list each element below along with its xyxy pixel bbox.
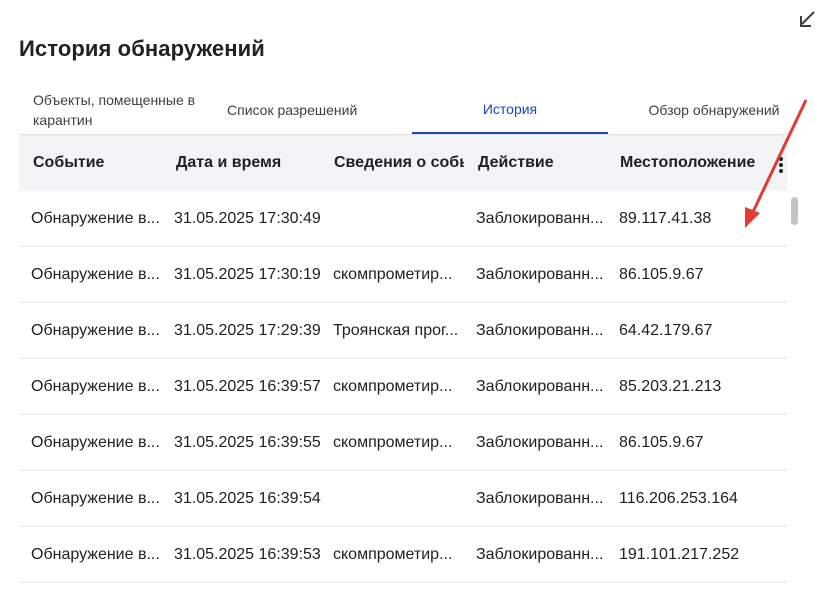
table-row[interactable]: Обнаружение в... 31.05.2025 16:39:53 ско… (19, 527, 787, 583)
cell-action: Заблокированн... (476, 322, 604, 339)
cell-info (333, 471, 463, 526)
cell-location: 116.206.253.164 (619, 489, 738, 507)
column-header-event[interactable]: Событие (33, 135, 173, 191)
cell-info: Троянская прог... (333, 322, 459, 339)
cell-action: Заблокированн... (476, 434, 604, 451)
column-menu-button[interactable] (773, 155, 789, 175)
tab-allow-list[interactable]: Список разрешений (227, 86, 417, 134)
column-header-datetime[interactable]: Дата и время (176, 135, 326, 191)
column-header-action[interactable]: Действие (478, 135, 614, 191)
cell-action: Заблокированн... (476, 266, 604, 283)
cell-datetime: 31.05.2025 16:39:55 (174, 433, 321, 451)
cell-event: Обнаружение в... (31, 210, 160, 227)
cell-event: Обнаружение в... (31, 546, 160, 563)
cell-location: 85.203.21.213 (619, 377, 722, 395)
tab-history-label: История (482, 101, 538, 117)
cell-datetime: 31.05.2025 17:29:39 (174, 321, 321, 339)
cell-datetime: 31.05.2025 16:39:54 (174, 489, 321, 507)
cell-info: скомпрометир... (333, 546, 453, 563)
cell-event: Обнаружение в... (31, 434, 160, 451)
cell-action: Заблокированн... (476, 210, 604, 227)
cell-action: Заблокированн... (476, 490, 604, 507)
cell-datetime: 31.05.2025 17:30:19 (174, 265, 321, 283)
table-row[interactable]: Обнаружение в... 31.05.2025 17:29:39 Тро… (19, 303, 787, 359)
cell-location: 64.42.179.67 (619, 321, 713, 339)
cell-info: скомпрометир... (333, 378, 453, 395)
table-header: Событие Дата и время Сведения о собы Дей… (19, 135, 787, 191)
tab-detections-overview-label: Обзор обнаружений (648, 102, 780, 118)
tab-allow-list-label: Список разрешений (227, 102, 358, 118)
cell-info: скомпрометир... (333, 434, 453, 451)
cell-datetime: 31.05.2025 16:39:57 (174, 377, 321, 395)
column-header-info[interactable]: Сведения о собы (334, 135, 464, 191)
cell-info: скомпрометир... (333, 266, 453, 283)
dialog-title: История обнаружений (19, 36, 265, 61)
scrollbar-thumb[interactable] (791, 197, 798, 225)
table-row[interactable]: Обнаружение в... 31.05.2025 17:30:49 Заб… (19, 191, 787, 247)
tab-history[interactable]: История (412, 86, 608, 134)
cell-location: 89.117.41.38 (619, 209, 712, 227)
tab-quarantine-label: Объекты, помещенные в карантин (33, 92, 196, 128)
tab-bar: Объекты, помещенные в карантин Список ра… (19, 86, 807, 134)
tab-detections-overview[interactable]: Обзор обнаружений (624, 86, 804, 134)
cell-event: Обнаружение в... (31, 490, 160, 507)
cell-event: Обнаружение в... (31, 322, 160, 339)
table-row[interactable]: Обнаружение в... 31.05.2025 16:39:55 ско… (19, 415, 787, 471)
cell-location: 86.105.9.67 (619, 433, 704, 451)
collapse-button[interactable] (796, 8, 820, 32)
cell-datetime: 31.05.2025 17:30:49 (174, 209, 321, 227)
collapse-arrow-icon (800, 11, 815, 27)
column-header-location[interactable]: Местоположение (620, 135, 770, 191)
cell-location: 191.101.217.252 (619, 545, 740, 563)
kebab-menu-icon (779, 157, 783, 173)
cell-location: 86.105.9.67 (619, 265, 704, 283)
cell-event: Обнаружение в... (31, 378, 160, 395)
cell-event: Обнаружение в... (31, 266, 160, 283)
cell-action: Заблокированн... (476, 546, 604, 563)
cell-info (333, 191, 463, 246)
table-row[interactable]: Обнаружение в... 31.05.2025 16:39:57 ско… (19, 359, 787, 415)
table-body: Обнаружение в... 31.05.2025 17:30:49 Заб… (19, 191, 787, 583)
table-row[interactable]: Обнаружение в... 31.05.2025 17:30:19 ско… (19, 247, 787, 303)
table-row[interactable]: Обнаружение в... 31.05.2025 16:39:54 Заб… (19, 471, 787, 527)
cell-datetime: 31.05.2025 16:39:53 (174, 545, 321, 563)
tab-quarantine[interactable]: Объекты, помещенные в карантин (33, 86, 223, 134)
cell-action: Заблокированн... (476, 378, 604, 395)
